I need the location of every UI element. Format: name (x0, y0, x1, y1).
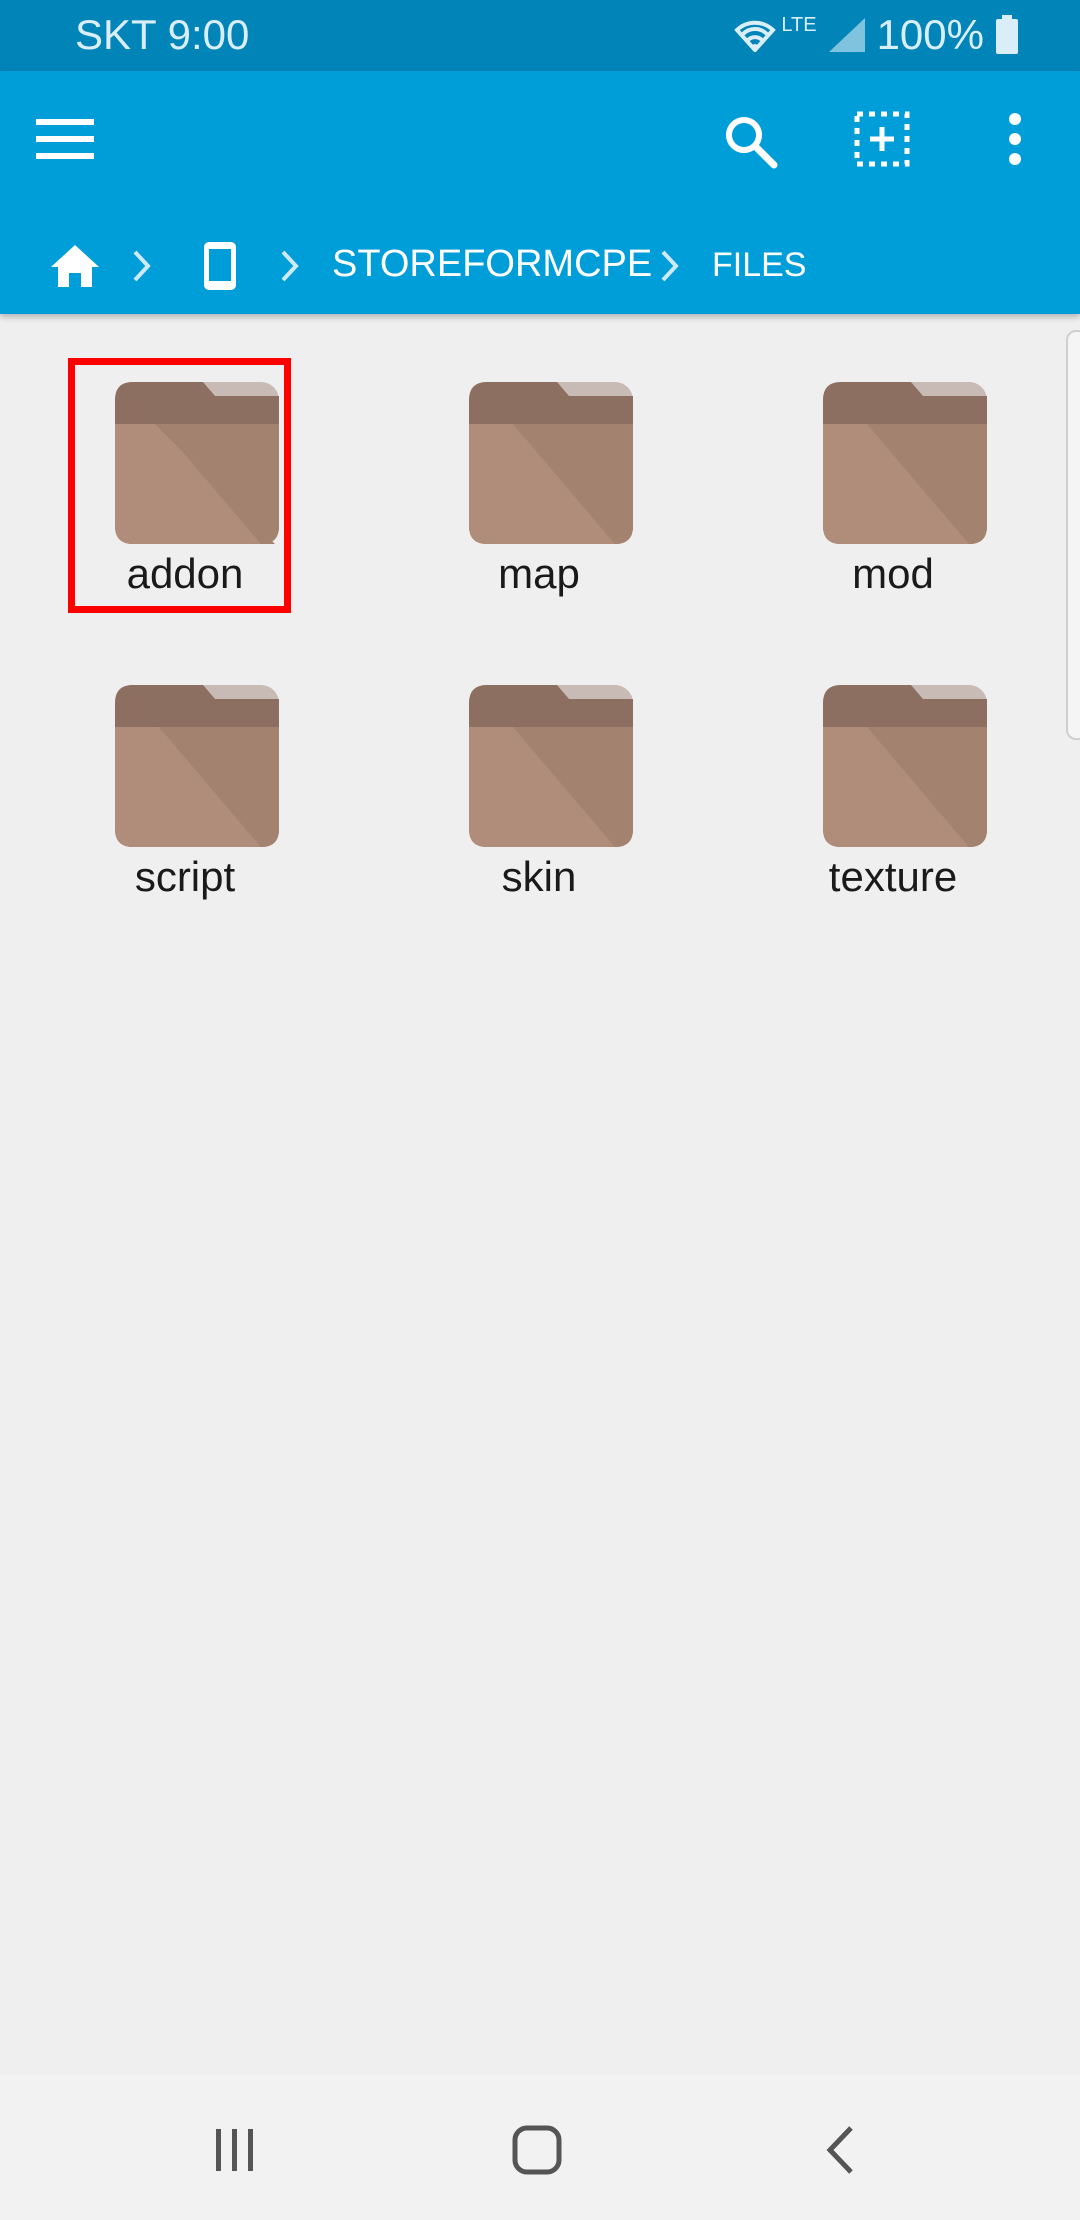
folder-item-skin[interactable]: skin (414, 685, 664, 945)
folder-icon (115, 685, 279, 847)
battery-percent: 100% (876, 11, 984, 58)
lte-label: LTE (781, 14, 817, 36)
folder-icon (823, 382, 987, 544)
status-bar: SKT 9:00 LTE 100% (0, 0, 1080, 71)
search-button[interactable] (710, 101, 790, 181)
more-vert-icon (1009, 113, 1021, 165)
back-icon (826, 2126, 853, 2174)
breadcrumb: STOREFORMCPE FILES (0, 221, 1080, 311)
home-icon (51, 245, 99, 287)
folder-item-mod[interactable]: mod (768, 382, 1018, 642)
navigation-bar (0, 2075, 1080, 2220)
select-button[interactable] (842, 99, 922, 179)
chevron-right-icon (661, 250, 679, 282)
phone-icon (204, 242, 236, 290)
folder-label: map (498, 550, 580, 597)
folder-label: mod (852, 550, 934, 597)
folder-label: texture (828, 853, 958, 900)
folder-label: script (134, 853, 236, 900)
wifi-icon (734, 20, 777, 52)
folder-icon (823, 685, 987, 847)
carrier-time: SKT 9:00 (75, 11, 250, 58)
chevron-right-icon (281, 250, 299, 282)
home-button-icon (512, 2125, 562, 2175)
breadcrumb-files[interactable]: FILES (712, 246, 806, 285)
battery-icon (996, 15, 1018, 54)
selection-highlight (68, 358, 291, 613)
scrollbar-handle[interactable] (1066, 330, 1080, 740)
home-button[interactable] (497, 2110, 577, 2190)
folder-label: skin (501, 853, 577, 900)
select-add-icon (854, 111, 910, 167)
breadcrumb-device[interactable] (190, 231, 250, 301)
breadcrumb-home[interactable] (45, 236, 105, 296)
folder-item-texture[interactable]: texture (768, 685, 1018, 945)
back-button[interactable] (800, 2110, 880, 2190)
recent-apps-icon (216, 2129, 253, 2171)
menu-button[interactable] (25, 104, 105, 174)
more-options-button[interactable] (975, 99, 1055, 179)
app-bar: STOREFORMCPE FILES (0, 71, 1080, 314)
folder-item-map[interactable]: map (414, 382, 664, 642)
search-icon (726, 117, 778, 169)
recent-apps-button[interactable] (195, 2110, 275, 2190)
folder-icon (469, 685, 633, 847)
hamburger-menu-icon (36, 119, 94, 159)
folder-icon (469, 382, 633, 544)
breadcrumb-storeformcpe[interactable]: STOREFORMCPE (332, 243, 652, 286)
folder-item-script[interactable]: script (60, 685, 310, 945)
chevron-right-icon (133, 250, 151, 282)
signal-icon (828, 18, 865, 52)
status-icons: LTE 100% (733, 10, 1020, 60)
